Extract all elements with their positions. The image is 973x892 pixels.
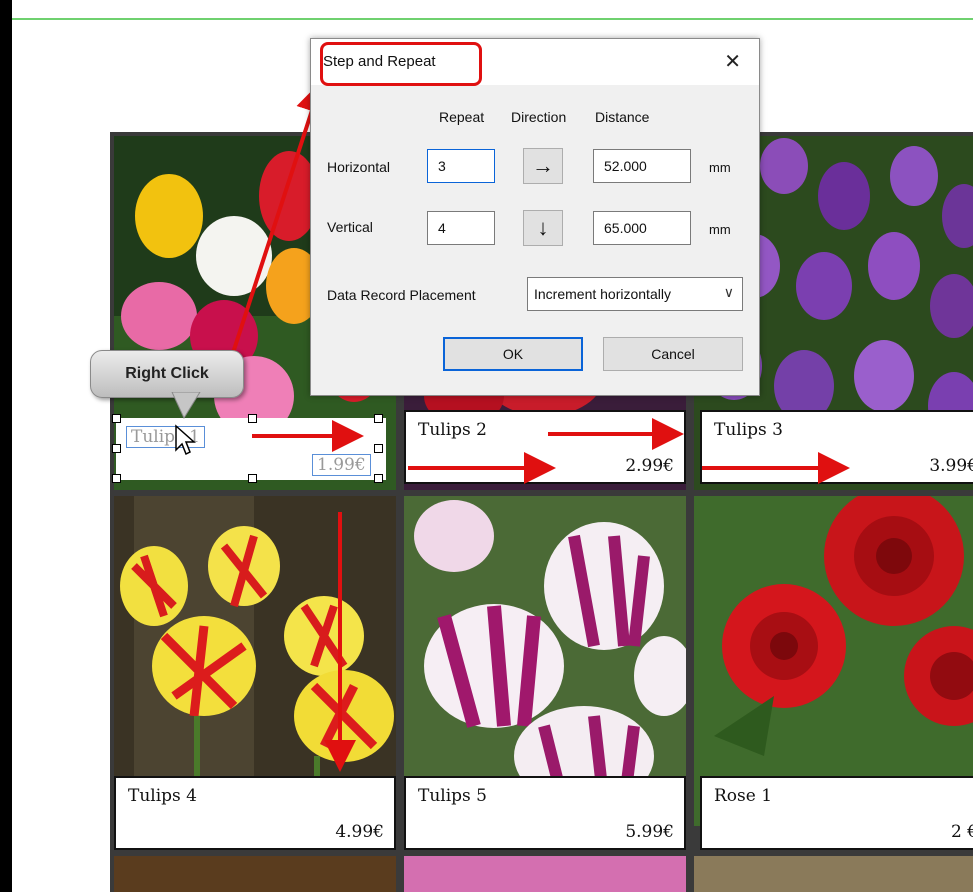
vertical-distance-input[interactable]: 65.000 [593,211,691,245]
vertical-unit: mm [709,222,731,237]
close-icon[interactable]: ✕ [724,49,741,74]
placement-value: Increment horizontally [534,286,671,302]
horizontal-distance-input[interactable]: 52.000 [593,149,691,183]
placement-label: Data Record Placement [327,287,476,303]
right-click-callout: Right Click [90,350,244,398]
cancel-button[interactable]: Cancel [603,337,743,371]
direction-header: Direction [511,109,567,125]
document-page: Tulips 2 2.99€ Tulips 3 3.99€ Tulips 4 4… [12,0,973,892]
step-and-repeat-dialog: Step and Repeat ✕ Repeat Direction Dista… [310,38,760,396]
callout-text: Right Click [125,365,209,382]
right-arrow-icon[interactable]: → [523,148,563,184]
callout-pointer [171,392,201,420]
vertical-label: Vertical [327,219,373,235]
title-highlight-box [320,42,482,86]
arrow-pointer-icon [175,424,196,456]
horizontal-unit: mm [709,160,731,175]
ok-button[interactable]: OK [443,337,583,371]
horizontal-repeat-input[interactable]: 3 [427,149,495,183]
arrow-to-title [228,80,328,363]
chevron-down-icon: ∨ [723,284,734,300]
vertical-repeat-input[interactable]: 4 [427,211,495,245]
placement-select[interactable]: Increment horizontally ∨ [527,277,743,311]
down-arrow-icon[interactable]: ↓ [523,210,563,246]
distance-header: Distance [595,109,650,125]
horizontal-label: Horizontal [327,159,391,175]
repeat-header: Repeat [439,109,485,125]
